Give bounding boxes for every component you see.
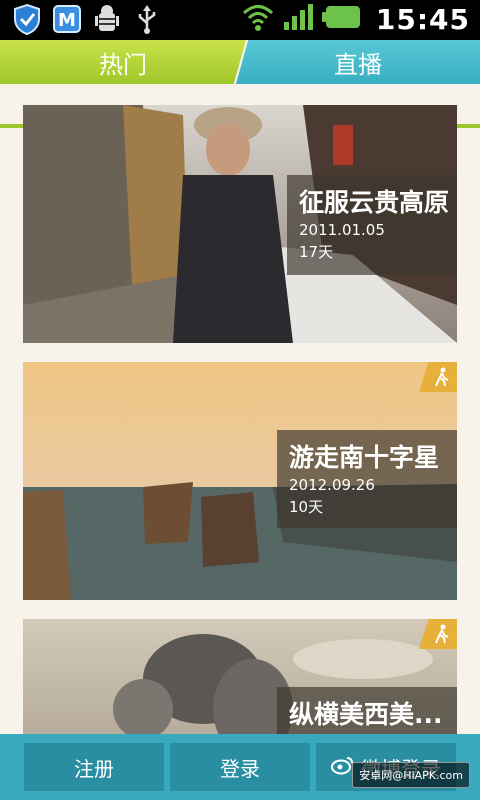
trip-info: 征服云贵高原 2011.01.05 17天 xyxy=(287,175,457,275)
trip-duration: 17天 xyxy=(299,243,334,261)
trip-title: 征服云贵高原 xyxy=(299,188,450,217)
tab-hot-label: 热门 xyxy=(99,50,147,79)
svg-text:M: M xyxy=(58,10,76,31)
battery-icon xyxy=(321,2,362,36)
usb-icon xyxy=(132,3,162,35)
tab-live-label: 直播 xyxy=(334,50,382,79)
trip-info: 游走南十字星 2012.09.26 10天 xyxy=(277,430,457,528)
signal-icon xyxy=(282,2,314,36)
trip-card[interactable]: 游走南十字星 2012.09.26 10天 xyxy=(23,362,457,600)
clock: 15:45 xyxy=(375,2,470,36)
tab-bar: 热门 直播 xyxy=(0,40,480,128)
watermark: 安卓网@HiAPK.com xyxy=(352,762,470,788)
register-label: 注册 xyxy=(74,756,114,781)
wifi-icon xyxy=(242,2,274,36)
tab-live[interactable]: 直播 xyxy=(236,40,480,84)
trip-duration: 10天 xyxy=(289,498,324,516)
trip-card[interactable]: 征服云贵高原 2011.01.05 17天 xyxy=(23,105,457,343)
android-debug-icon xyxy=(92,3,122,35)
trip-date: 2011.01.05 xyxy=(299,221,385,239)
trip-title: 游走南十字星 xyxy=(289,443,440,472)
status-bar: M 15:45 xyxy=(0,0,480,40)
login-label: 登录 xyxy=(220,756,260,781)
trip-date: 2012.09.26 xyxy=(289,476,375,494)
register-button[interactable]: 注册 xyxy=(24,743,164,791)
tab-hot[interactable]: 热门 xyxy=(0,40,246,84)
m-app-icon: M xyxy=(52,3,82,35)
trip-title: 纵横美西美... xyxy=(289,700,443,729)
shield-check-icon xyxy=(12,3,42,35)
login-button[interactable]: 登录 xyxy=(170,743,310,791)
